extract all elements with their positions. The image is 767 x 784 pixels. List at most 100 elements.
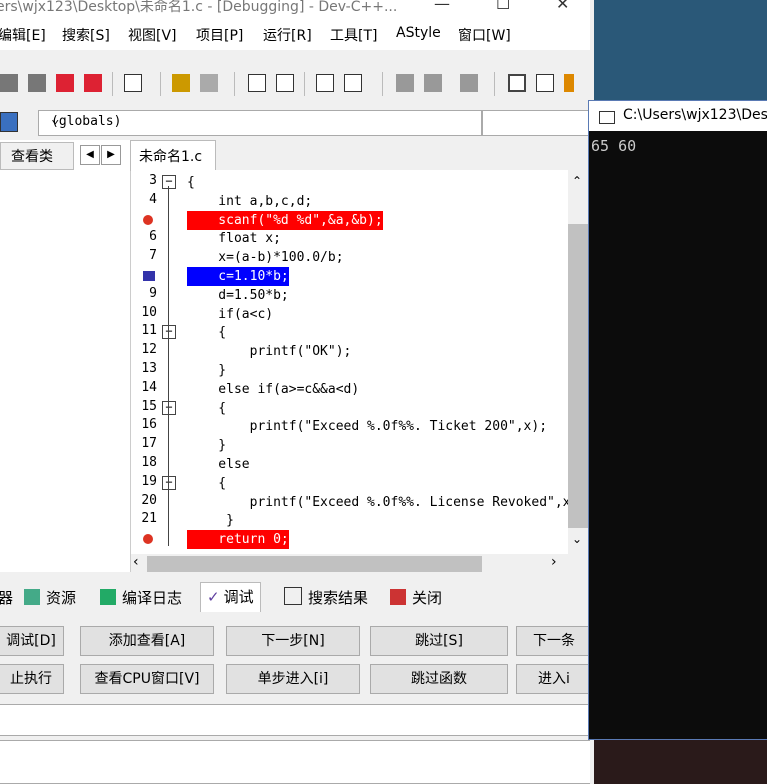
tab-file[interactable]: 未命名1.c xyxy=(130,140,216,171)
skip-function-button[interactable]: 跳过函数 xyxy=(370,664,508,694)
code-line[interactable]: 16 printf("Exceed %.0f%%. Ticket 200",x)… xyxy=(131,417,568,436)
menu-edit[interactable]: 编辑[E] xyxy=(0,25,46,45)
menu-search[interactable]: 搜索[S] xyxy=(62,25,110,45)
code-line[interactable]: 20 printf("Exceed %.0f%%. License Revoke… xyxy=(131,493,586,512)
code-line[interactable]: 4 int a,b,c,d; xyxy=(131,192,568,211)
window-title: ers\wjx123\Desktop\未命名1.c - [Debugging] … xyxy=(0,0,398,15)
tab-class-view-label: 查看类 xyxy=(11,149,53,165)
editor-horizontal-scrollbar[interactable]: ‹ › xyxy=(131,554,568,574)
tab-resources[interactable]: 资源 xyxy=(24,587,76,608)
menu-view[interactable]: 视图[V] xyxy=(128,25,177,45)
scroll-down-icon[interactable]: ⌄ xyxy=(572,532,582,546)
class-browser-icon[interactable] xyxy=(0,112,18,132)
bottom-panel-tabs: 器 资源 编译日志 ✓ 调试 搜索结果 关闭 xyxy=(0,582,590,619)
code-line[interactable]: 21 } xyxy=(131,511,568,530)
replace-icon[interactable] xyxy=(276,74,294,92)
console-title: C:\Users\wjx123\Des xyxy=(623,107,767,123)
scroll-up-icon[interactable]: ⌃ xyxy=(572,174,582,188)
skip-button[interactable]: 跳过[S] xyxy=(370,626,508,656)
close-all-icon[interactable] xyxy=(56,74,74,92)
code-text: { xyxy=(187,475,227,491)
add-watch-button[interactable]: 添加查看[A] xyxy=(80,626,214,656)
breakpoint-icon[interactable] xyxy=(143,214,153,225)
grid-icon[interactable] xyxy=(508,74,526,92)
redo-icon[interactable] xyxy=(200,74,218,92)
print-icon[interactable] xyxy=(124,74,142,92)
view-cpu-window-button[interactable]: 查看CPU窗口[V] xyxy=(80,664,214,694)
debug-button[interactable]: 调试[D] xyxy=(0,626,64,656)
scope-combo[interactable]: (globals) ⌄ xyxy=(38,110,482,136)
console-window[interactable]: C:\Users\wjx123\Des 65 60 xyxy=(588,100,767,740)
tab-search-results[interactable]: 搜索结果 xyxy=(284,587,368,608)
tab-compiler[interactable]: 器 xyxy=(0,587,13,608)
line-number: 17 xyxy=(141,436,157,452)
line-number: 11 xyxy=(141,323,157,339)
maximize-button[interactable]: ☐ xyxy=(496,0,510,13)
fold-toggle-icon[interactable]: − xyxy=(162,175,176,189)
code-line[interactable]: 10 if(a<c) xyxy=(131,305,568,324)
code-line[interactable]: 15− { xyxy=(131,399,568,418)
editor-vertical-scrollbar[interactable]: ⌃ ⌄ xyxy=(568,172,588,552)
code-text: scanf("%d %d",&a,&b); xyxy=(187,210,383,230)
code-line[interactable]: c=1.10*b; xyxy=(131,267,568,286)
code-line[interactable]: 6 float x; xyxy=(131,229,568,248)
close-project-icon[interactable] xyxy=(84,74,102,92)
tab-scroll-left-icon[interactable]: ◀ xyxy=(80,145,100,165)
fold-toggle-icon[interactable]: − xyxy=(162,325,176,340)
step-into-button[interactable]: 单步进入[i] xyxy=(226,664,360,694)
fold-toggle-icon[interactable]: − xyxy=(162,475,176,490)
tab-compile-log[interactable]: 编译日志 xyxy=(100,587,182,608)
find-icon[interactable] xyxy=(248,74,266,92)
code-line[interactable]: 17 } xyxy=(131,436,568,455)
enter-instruction-button[interactable]: 进入i xyxy=(516,664,592,694)
close-button[interactable]: ✕ xyxy=(556,0,569,13)
next-instruction-button[interactable]: 下一条 xyxy=(516,626,592,656)
debug-command-input[interactable] xyxy=(0,704,590,736)
toolbar-separator xyxy=(494,72,495,96)
next-bookmark-icon[interactable] xyxy=(424,74,442,92)
code-line[interactable]: 7 x=(a-b)*100.0/b; xyxy=(131,248,568,267)
tab-class-view[interactable]: 查看类 xyxy=(0,142,74,170)
menu-tools[interactable]: 工具[T] xyxy=(330,25,377,45)
code-line[interactable]: 11− { xyxy=(131,323,568,342)
toolbar-separator xyxy=(234,72,235,96)
code-line[interactable]: 19− { xyxy=(131,474,568,493)
toggle-comment-icon[interactable] xyxy=(460,74,478,92)
close-file-icon[interactable] xyxy=(28,74,46,92)
member-combo[interactable] xyxy=(482,110,592,136)
scroll-left-icon[interactable]: ‹ xyxy=(133,554,139,570)
undo-icon[interactable] xyxy=(172,74,190,92)
menu-astyle[interactable]: AStyle xyxy=(396,25,441,41)
toolbar-separator xyxy=(304,72,305,96)
code-line[interactable]: 9 d=1.50*b; xyxy=(131,286,568,305)
code-line[interactable]: return 0; xyxy=(131,530,568,550)
scrollbar-thumb[interactable] xyxy=(568,224,588,528)
menu-run[interactable]: 运行[R] xyxy=(263,25,312,45)
menu-project[interactable]: 项目[P] xyxy=(196,25,243,45)
code-line[interactable]: 18 else xyxy=(131,455,568,474)
code-line[interactable]: 13 } xyxy=(131,361,568,380)
breakpoint-icon[interactable] xyxy=(143,534,153,545)
new-icon[interactable] xyxy=(564,74,574,92)
next-step-button[interactable]: 下一步[N] xyxy=(226,626,360,656)
tab-close[interactable]: 关闭 xyxy=(390,587,442,608)
window-icon[interactable] xyxy=(536,74,554,92)
stop-execution-button[interactable]: 止执行 xyxy=(0,664,64,694)
indent-icon[interactable] xyxy=(344,74,362,92)
menu-window[interactable]: 窗口[W] xyxy=(458,25,511,45)
code-editor[interactable]: 3−{4 int a,b,c,d; scanf("%d %d",&a,&b); 6… xyxy=(131,170,586,554)
scroll-right-icon[interactable]: › xyxy=(551,554,557,570)
fold-toggle-icon[interactable]: − xyxy=(162,400,176,415)
tab-scroll-right-icon[interactable]: ▶ xyxy=(101,145,121,165)
code-line[interactable]: 14 else if(a>=c&&a<d) xyxy=(131,380,568,399)
save-all-icon[interactable] xyxy=(0,74,18,92)
prev-bookmark-icon[interactable] xyxy=(396,74,414,92)
code-line[interactable]: 3−{ xyxy=(131,173,568,192)
goto-line-icon[interactable] xyxy=(316,74,334,92)
console-title-bar[interactable]: C:\Users\wjx123\Des xyxy=(589,101,767,131)
code-line[interactable]: 12 printf("OK"); xyxy=(131,342,568,361)
minimize-button[interactable]: — xyxy=(434,0,450,13)
code-line[interactable]: scanf("%d %d",&a,&b); xyxy=(131,210,568,230)
code-text: printf("OK"); xyxy=(187,344,352,360)
scrollbar-thumb[interactable] xyxy=(147,556,482,572)
